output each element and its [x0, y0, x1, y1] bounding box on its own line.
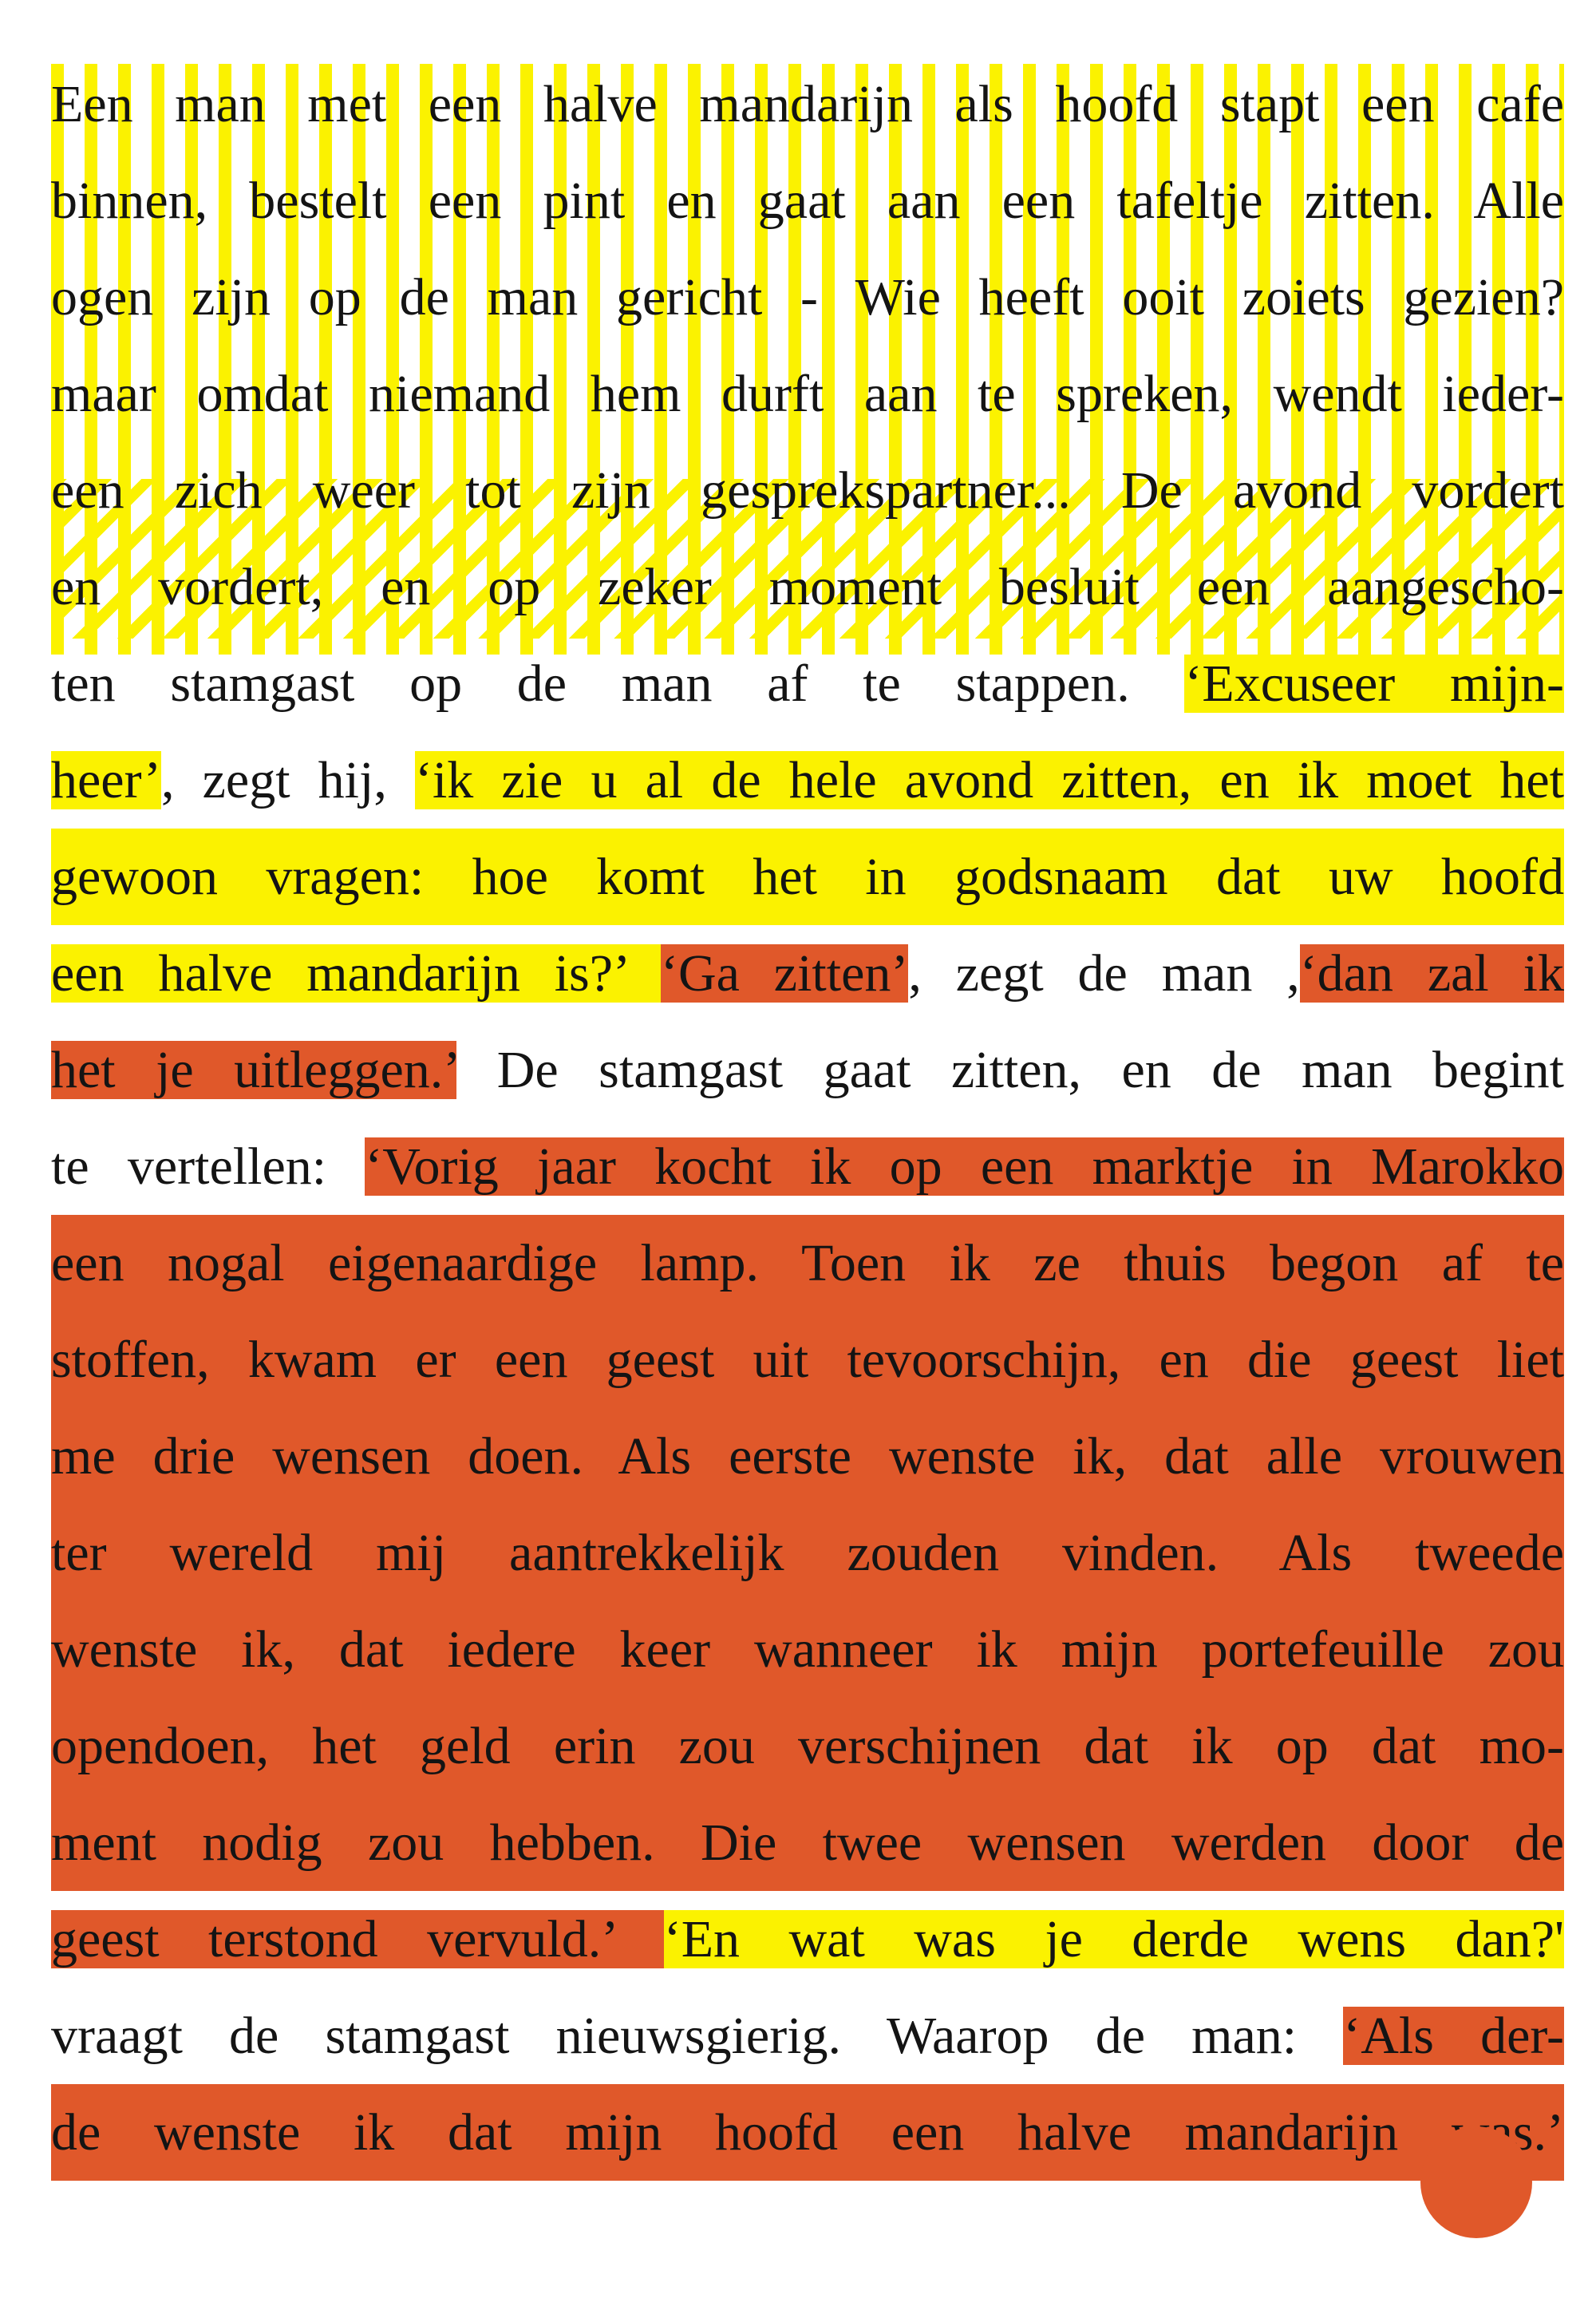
text-line: Een man met een halve mandarijn als hoof… — [51, 75, 1564, 133]
text-line: een halve mandarijn is?’ ‘Ga zitten’, ze… — [51, 944, 1564, 1003]
text-line: een zich weer tot zijn gesprekspartner..… — [51, 461, 1564, 520]
quote-highlight-orange: het je uitleggen.’ — [51, 1041, 457, 1099]
quote-highlight-orange: ‘dan zal ik — [1299, 944, 1564, 1003]
quote-highlight-yellow: ‘Excuseer mijn- — [1184, 655, 1565, 713]
orange-circle-decoration — [1420, 2126, 1532, 2238]
text-line: vraagt de stamgast nieuwsgierig. Waarop … — [51, 2007, 1565, 2065]
text-line: en vordert, en op zeker moment besluit e… — [51, 558, 1564, 616]
text-line: het je uitleggen.’ De stamgast gaat zitt… — [51, 1041, 1564, 1099]
text-line: ten stamgast op de man af te stappen. ‘E… — [51, 655, 1565, 713]
text-line-highlight-orange: stoffen, kwam er een geest uit tevoorsch… — [51, 1311, 1564, 1408]
text-line: te vertellen: ‘Vorig jaar kocht ik op ee… — [51, 1137, 1565, 1196]
text-line: heer’, zegt hij, ‘ik zie u al de hele av… — [51, 751, 1564, 809]
text-line-highlight-orange: opendoen, het geld erin zou verschijnen … — [51, 1698, 1564, 1794]
text-line-highlight-orange: een nogal eigenaardige lamp. Toen ik ze … — [51, 1215, 1564, 1311]
text-line-highlight-orange: ter wereld mij aantrekkelijk zouden vind… — [51, 1505, 1564, 1601]
quote-highlight-yellow: ‘ik zie u al de hele avond zitten, en ik… — [414, 751, 1564, 809]
text-line-highlight-orange: de wenste ik dat mijn hoofd een halve ma… — [51, 2084, 1564, 2181]
text-line-highlight-orange: me drie wensen doen. Als eerste wenste i… — [51, 1408, 1564, 1505]
quote-highlight-orange: ‘Vorig jaar kocht ik op een marktje in M… — [365, 1137, 1565, 1196]
text-line-highlight-orange: ment nodig zou hebben. Die twee wensen w… — [51, 1794, 1564, 1891]
quote-highlight-yellow: heer’ — [51, 751, 161, 809]
story-text-block: Een man met een halve mandarijn als hoof… — [51, 56, 1565, 2181]
quote-highlight-orange: ‘Als der- — [1343, 2007, 1565, 2065]
quote-highlight-orange: geest terstond vervuld.’ — [51, 1910, 664, 1968]
quote-highlight-yellow: een halve mandarijn is?’ — [51, 944, 661, 1003]
text-line-highlight-orange: wenste ik, dat iedere keer wanneer ik mi… — [51, 1601, 1564, 1698]
text-line: geest terstond vervuld.’ ‘En wat was je … — [51, 1891, 1564, 1988]
text-line: maar omdat niemand hem durft aan te spre… — [51, 365, 1564, 423]
text-line-highlight-yellow: gewoon vragen: hoe komt het in godsnaam … — [51, 829, 1564, 925]
text-line: binnen, bestelt een pint en gaat aan een… — [51, 172, 1564, 230]
quote-highlight-yellow: ‘En wat was je derde wens dan?' — [663, 1910, 1564, 1968]
text-line: ogen zijn op de man gericht - Wie heeft … — [51, 268, 1564, 326]
quote-highlight-orange: ‘Ga zitten’ — [660, 944, 909, 1003]
